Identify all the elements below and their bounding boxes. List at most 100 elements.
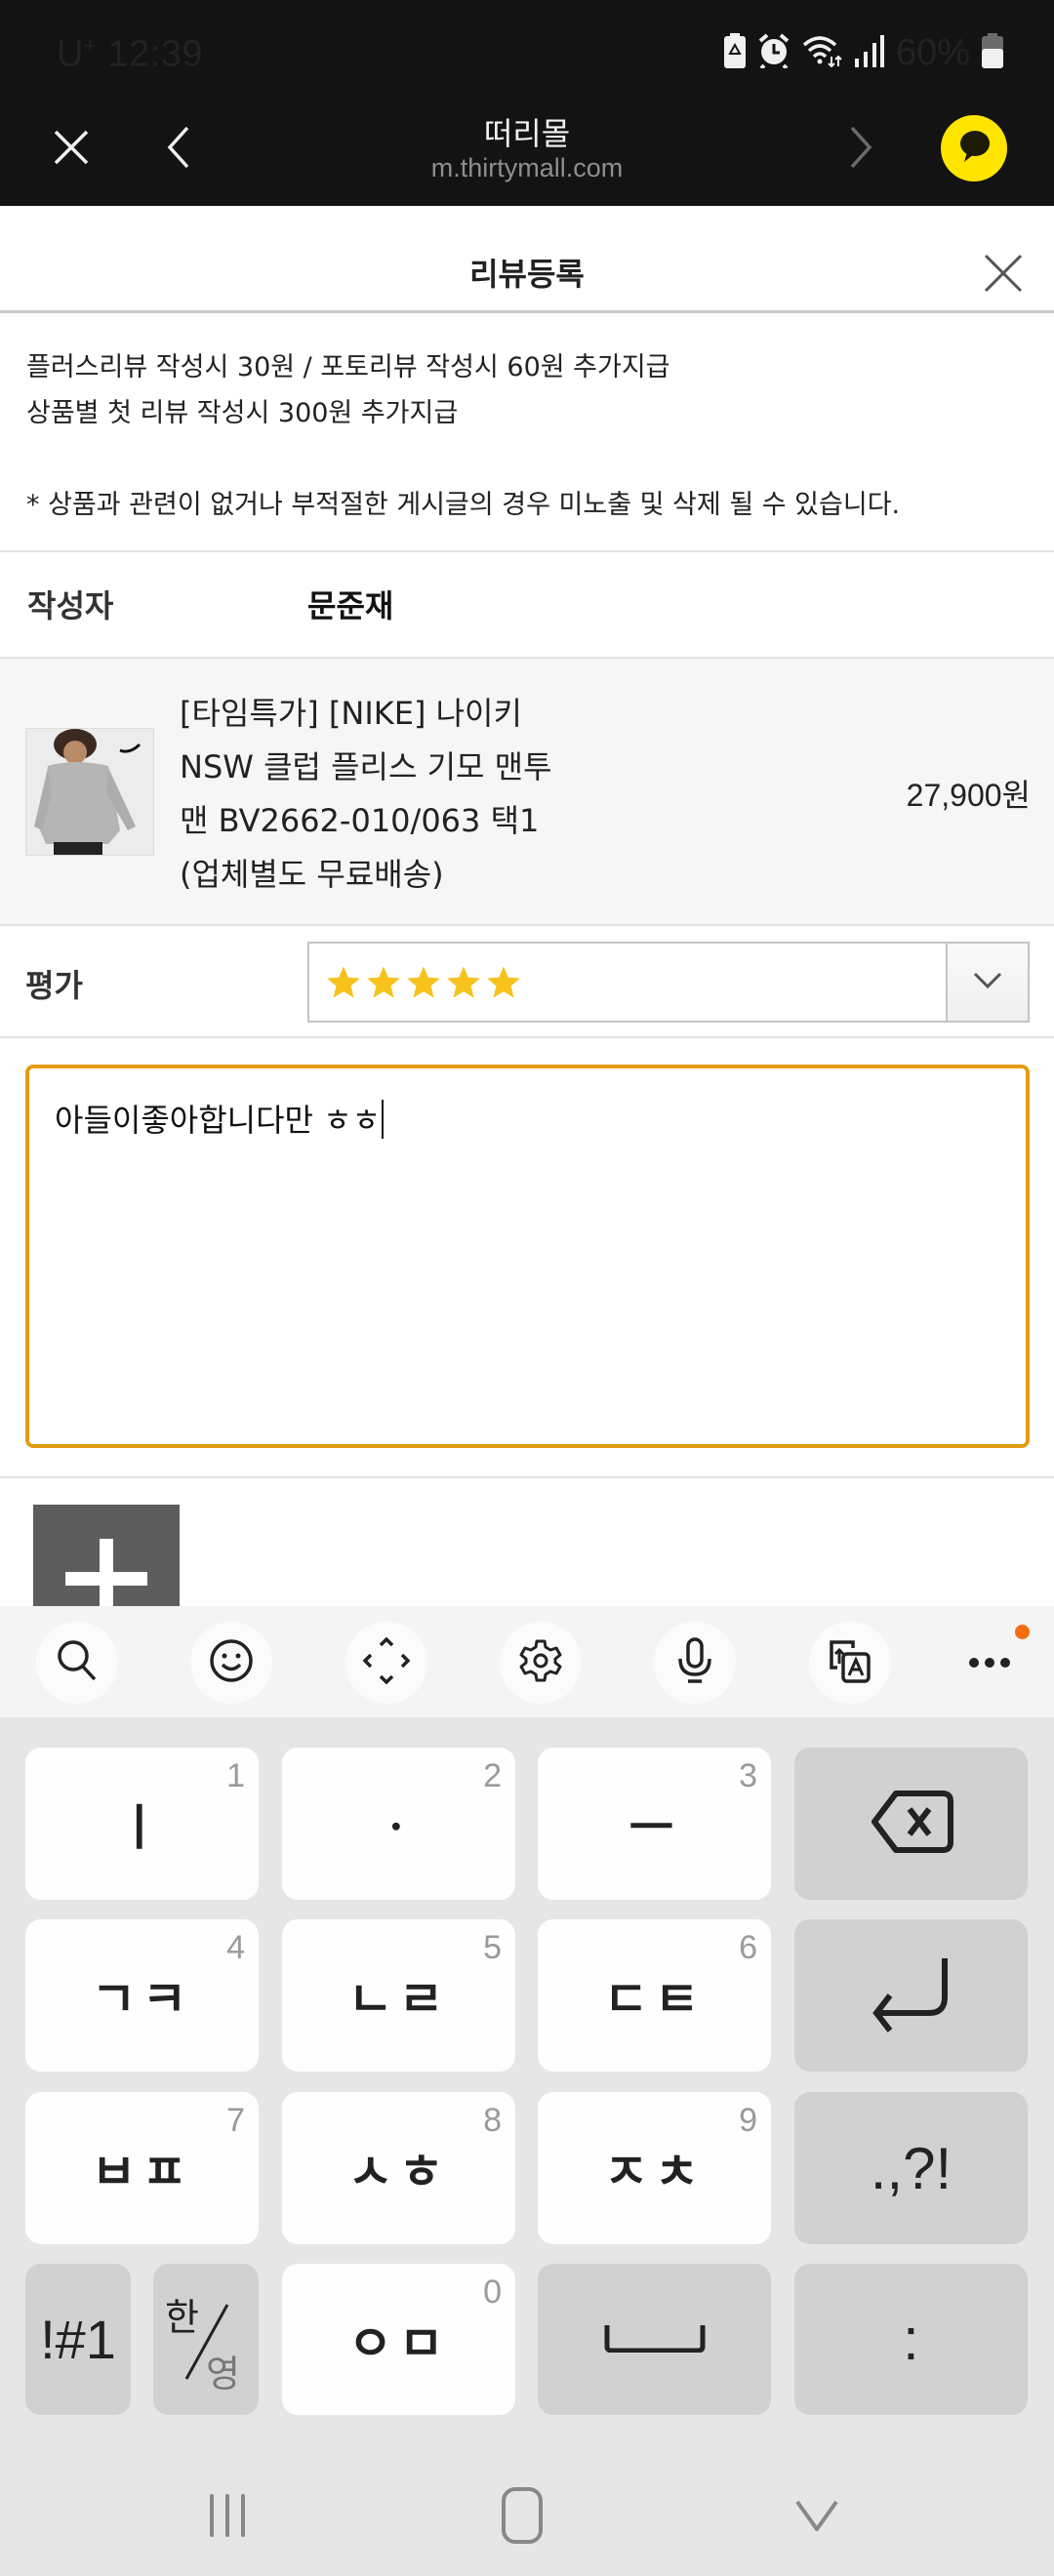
notice-first-review-line: 상품별 첫 리뷰 작성시 300원 추가지급	[26, 398, 459, 428]
chevron-down-icon	[973, 972, 1002, 993]
key-label-english: 영	[206, 2353, 240, 2395]
forward-button[interactable]	[822, 92, 900, 206]
star-icon	[487, 965, 520, 998]
rating-dropdown-toggle[interactable]	[946, 944, 1028, 1021]
key-label: ㅈㅊ	[603, 2144, 706, 2200]
recent-apps-button[interactable]	[183, 2478, 271, 2556]
product-thumbnail	[25, 728, 154, 856]
kakaotalk-icon	[954, 127, 993, 170]
notice-reward-line: 플러스리뷰 작성시 30원 / 포토리뷰 작성시 60원 추가지급	[26, 352, 670, 382]
notice-warning: * 상품과 관련이 없거나 부적절한 게시글의 경우 미노출 및 삭제 될 수 …	[26, 490, 901, 520]
key-number: 1	[226, 1757, 245, 1794]
key-ieung-mieum[interactable]: ㅇㅁ 0	[282, 2264, 515, 2415]
hide-keyboard-button[interactable]	[773, 2478, 861, 2556]
key-label: ㄴㄹ	[347, 1971, 450, 2028]
key-number: 0	[483, 2274, 502, 2311]
author-name: 문준재	[307, 587, 394, 624]
status-time: U+ 12:39	[57, 33, 203, 76]
chevron-right-icon	[848, 126, 873, 173]
microphone-icon	[677, 1637, 712, 1688]
add-photo-button[interactable]	[33, 1505, 180, 1606]
space-icon	[604, 2323, 706, 2356]
key-label: ㆍ	[373, 1799, 425, 1856]
review-textarea[interactable]: 아들이좋아합니다만 ㅎㅎ	[25, 1065, 1030, 1448]
key-label: ㄱㅋ	[91, 1971, 193, 2028]
product-name: [타임특가] [NIKE] 나이키 NSW 클럽 플리스 기모 맨투 맨 BV2…	[180, 687, 628, 902]
gear-icon	[518, 1638, 563, 1687]
close-icon	[984, 254, 1023, 297]
emoji-icon	[209, 1638, 254, 1687]
key-backspace[interactable]	[794, 1748, 1028, 1900]
review-text: 아들이좋아합니다만 ㅎㅎ	[55, 1102, 382, 1139]
key-label: ㅡ	[628, 1799, 680, 1856]
key-araea[interactable]: ㆍ 2	[282, 1748, 515, 1900]
battery-icon	[982, 33, 1003, 72]
key-number: 7	[226, 2102, 245, 2139]
key-number: 2	[483, 1757, 502, 1794]
star-icon	[447, 965, 480, 998]
keyboard-search-button[interactable]	[36, 1622, 118, 1704]
key-label: ㅣ	[116, 1799, 168, 1856]
carrier-sup: +	[83, 33, 98, 58]
kakao-chat-button[interactable]	[941, 115, 1007, 181]
carrier-label: U	[57, 33, 84, 75]
home-icon	[501, 2486, 544, 2549]
key-number: 3	[739, 1757, 757, 1794]
key-label: :	[903, 2307, 919, 2372]
notification-badge	[1015, 1625, 1030, 1639]
key-label: ㅇㅁ	[347, 2314, 450, 2372]
key-enter[interactable]	[794, 1919, 1028, 2072]
key-giyeok-kieuk[interactable]: ㄱㅋ 4	[25, 1919, 259, 2072]
key-digeut-tieut[interactable]: ㄷㅌ 6	[538, 1919, 771, 2072]
key-bieup-pieup[interactable]: ㅂㅍ 7	[25, 2092, 259, 2244]
key-space[interactable]	[538, 2264, 771, 2415]
keyboard: ㅣ 1 ㆍ 2 ㅡ 3 ㄱㅋ 4 ㄴㄹ 5 ㄷㅌ 6 ㅂㅍ 7 ㅅㅎ 8 ㅈㅊ …	[0, 1717, 1054, 2576]
keyboard-cursor-move-button[interactable]	[345, 1622, 427, 1704]
key-number: 8	[483, 2102, 502, 2139]
key-language-toggle[interactable]: 한 영	[153, 2264, 259, 2415]
key-colon[interactable]: :	[794, 2264, 1028, 2415]
key-i[interactable]: ㅣ 1	[25, 1748, 259, 1900]
rating-select[interactable]	[307, 942, 1030, 1023]
modal-close-button[interactable]	[974, 246, 1033, 304]
search-icon	[56, 1638, 99, 1687]
key-label: ㅅㅎ	[347, 2144, 450, 2200]
key-number: 4	[226, 1929, 245, 1966]
key-punctuation[interactable]: .,?!	[794, 2092, 1028, 2244]
key-symbols[interactable]: !#1	[25, 2264, 131, 2415]
key-label: !#1	[40, 2309, 116, 2370]
key-number: 5	[483, 1929, 502, 1966]
key-label: ㄷㅌ	[603, 1971, 706, 2028]
rating-stars	[325, 944, 522, 1021]
translate-icon	[828, 1638, 872, 1687]
keyboard-emoji-button[interactable]	[190, 1622, 272, 1704]
divider	[0, 550, 1054, 552]
clock: 12:39	[107, 33, 203, 75]
home-button[interactable]	[478, 2478, 566, 2556]
keyboard-settings-button[interactable]	[500, 1622, 582, 1704]
signal-icon	[854, 33, 884, 72]
key-siot-hieut[interactable]: ㅅㅎ 8	[282, 2092, 515, 2244]
product-name-line: [타임특가] [NIKE] 나이키	[180, 695, 522, 732]
battery-saver-icon	[723, 33, 746, 72]
rating-label: 평가	[25, 967, 83, 1004]
key-number: 9	[739, 2102, 757, 2139]
modal-title: 리뷰등록	[469, 256, 585, 293]
battery-percent: 60%	[895, 31, 970, 73]
text-caret	[382, 1100, 385, 1139]
more-dots-icon	[968, 1654, 1011, 1672]
key-jieut-chieut[interactable]: ㅈㅊ 9	[538, 2092, 771, 2244]
status-icons: 60%	[723, 31, 1003, 73]
product-name-line: 맨 BV2662-010/063 택1	[180, 802, 540, 839]
divider	[0, 1036, 1054, 1038]
move-cursor-icon	[362, 1636, 411, 1688]
hide-keyboard-icon	[795, 2500, 838, 2535]
key-number: 6	[739, 1929, 757, 1966]
key-nieun-rieul[interactable]: ㄴㄹ 5	[282, 1919, 515, 2072]
keyboard-voice-button[interactable]	[654, 1622, 736, 1704]
keyboard-translate-button[interactable]	[809, 1622, 891, 1704]
product-name-line: (업체별도 무료배송)	[180, 856, 444, 893]
key-label: .,?!	[870, 2135, 953, 2201]
key-eu[interactable]: ㅡ 3	[538, 1748, 771, 1900]
star-icon	[407, 965, 440, 998]
